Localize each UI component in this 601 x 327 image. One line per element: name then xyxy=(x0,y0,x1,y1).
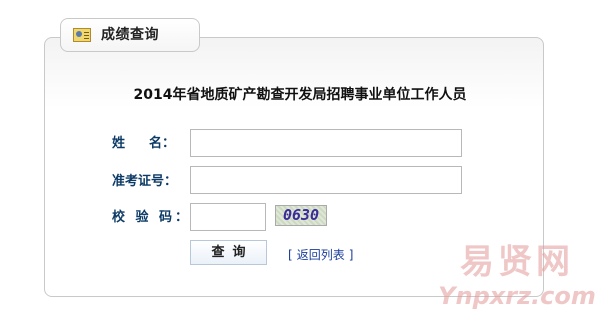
query-button[interactable]: 查询 xyxy=(190,240,267,265)
name-input[interactable] xyxy=(190,129,462,157)
id-card-icon xyxy=(73,28,91,42)
back-to-list-link[interactable]: [ 返回列表] xyxy=(284,248,357,262)
watermark-en: Ynpxrz.com xyxy=(438,282,596,310)
back-to-list-text[interactable]: 返回列表 xyxy=(297,248,345,262)
bracket-open: [ xyxy=(288,248,293,262)
captcha-image[interactable]: 0630 xyxy=(275,205,327,226)
verification-code-input[interactable] xyxy=(190,203,266,231)
name-label: 姓 名： xyxy=(112,136,175,152)
name-label-second: 名： xyxy=(149,136,176,151)
ticket-number-input[interactable] xyxy=(190,166,462,194)
ticket-number-label: 准考证号： xyxy=(112,174,178,189)
watermark-cn: 易贤网 xyxy=(460,242,574,282)
bracket-close: ] xyxy=(348,248,354,262)
watermark: 易贤网 Ynpxrz.com xyxy=(437,242,597,322)
tab-score-query[interactable]: 成绩查询 xyxy=(60,18,200,52)
exam-title: 2014年省地质矿产勘查开发局招聘事业单位工作人员 xyxy=(133,87,467,103)
page: 成绩查询 2014年省地质矿产勘查开发局招聘事业单位工作人员 姓 名： 准考证号：… xyxy=(0,0,601,327)
tab-title: 成绩查询 xyxy=(101,27,159,43)
name-label-first: 姓 xyxy=(112,136,126,151)
verification-code-label: 校 验 码： xyxy=(112,210,192,225)
